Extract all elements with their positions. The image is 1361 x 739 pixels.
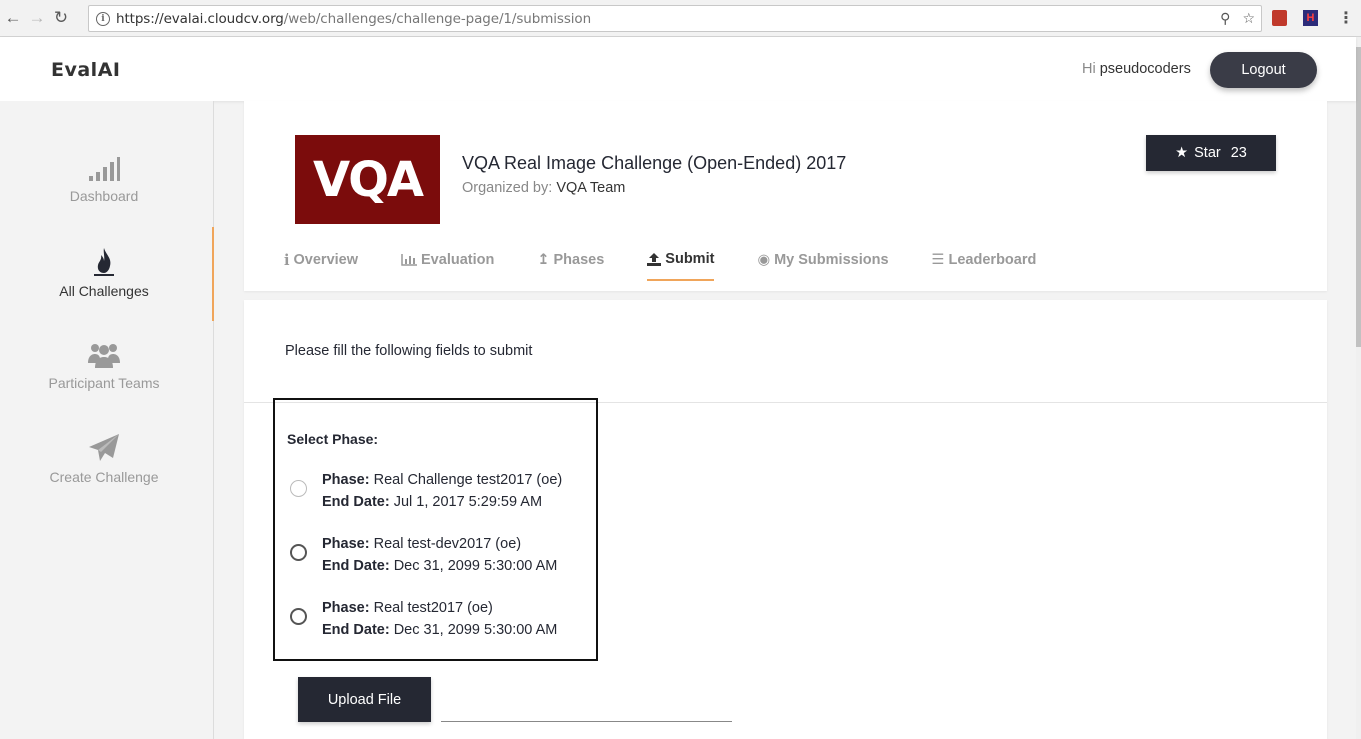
sidebar-item-label: Create Challenge bbox=[49, 469, 159, 485]
radio-button[interactable] bbox=[290, 480, 307, 497]
sidebar-item-label: All Challenges bbox=[59, 283, 149, 299]
star-button[interactable]: ★ Star 23 bbox=[1146, 135, 1276, 171]
sidebar-item-create-challenge[interactable]: Create Challenge bbox=[0, 433, 208, 485]
extension-icon[interactable]: H bbox=[1303, 10, 1318, 26]
phase-label: Phase: bbox=[322, 536, 370, 552]
phase-selection-box: Select Phase: Phase: Real Challenge test… bbox=[273, 398, 598, 661]
phase-name: Real Challenge test2017 (oe) bbox=[373, 472, 563, 488]
tab-label: Phases bbox=[553, 252, 605, 268]
sidebar-item-all-challenges[interactable]: All Challenges bbox=[0, 247, 208, 299]
reload-icon[interactable]: ↻ bbox=[50, 7, 72, 29]
radio-button[interactable] bbox=[290, 544, 307, 561]
key-icon[interactable]: ⚲ bbox=[1220, 10, 1230, 27]
info-icon[interactable]: i bbox=[96, 11, 110, 26]
scroll-thumb[interactable] bbox=[1356, 47, 1361, 347]
arrow-up-icon: ↥ bbox=[537, 252, 550, 268]
phase-name: Real test2017 (oe) bbox=[373, 600, 493, 616]
tab-leaderboard[interactable]: ☰ Leaderboard bbox=[932, 251, 1037, 281]
tab-label: My Submissions bbox=[774, 252, 889, 268]
challenge-tabs: i Overview Evaluation ↥ Phases Submit ◉ … bbox=[284, 251, 1079, 281]
evalai-logo[interactable]: EvalAI bbox=[51, 59, 120, 81]
star-count: 23 bbox=[1230, 145, 1247, 161]
tab-submit[interactable]: Submit bbox=[647, 251, 715, 281]
tab-overview[interactable]: i Overview bbox=[284, 251, 358, 281]
tab-label: Overview bbox=[293, 252, 359, 268]
sidebar-item-label: Dashboard bbox=[69, 188, 139, 204]
list-icon: ☰ bbox=[931, 252, 945, 268]
user-greeting: Hi pseudocoders bbox=[1082, 61, 1191, 77]
challenge-organizer: Organized by: VQA Team bbox=[462, 180, 625, 196]
browser-toolbar: ← → ↻ i https://evalai.cloudcv.org/web/c… bbox=[0, 0, 1361, 37]
info-icon: i bbox=[284, 251, 290, 269]
sidebar-item-dashboard[interactable]: Dashboard bbox=[0, 156, 208, 204]
radio-button[interactable] bbox=[290, 608, 307, 625]
phase-name: Real test-dev2017 (oe) bbox=[373, 536, 522, 552]
url-text: https://evalai.cloudcv.org/web/challenge… bbox=[116, 10, 592, 27]
challenge-title: VQA Real Image Challenge (Open-Ended) 20… bbox=[462, 153, 847, 173]
bar-chart-icon bbox=[401, 254, 418, 266]
submission-card: Please fill the following fields to subm… bbox=[244, 300, 1327, 739]
logout-button[interactable]: Logout bbox=[1210, 52, 1317, 88]
phase-label: Phase: bbox=[322, 472, 370, 488]
challenge-header-card: VQA VQA Real Image Challenge (Open-Ended… bbox=[244, 101, 1327, 291]
bookmark-star-icon[interactable]: ☆ bbox=[1242, 10, 1255, 27]
phase-end-date: Dec 31, 2099 5:30:00 AM bbox=[393, 622, 558, 638]
tab-label: Submit bbox=[665, 251, 715, 267]
end-date-label: End Date: bbox=[322, 558, 390, 574]
tab-my-submissions[interactable]: ◉ My Submissions bbox=[757, 251, 888, 281]
extension-icon[interactable] bbox=[1272, 10, 1287, 26]
signal-bars-icon bbox=[89, 157, 120, 181]
app-header: EvalAI Hi pseudocoders Logout bbox=[0, 37, 1356, 101]
phase-label: Phase: bbox=[322, 600, 370, 616]
end-date-label: End Date: bbox=[322, 622, 390, 638]
end-date-label: End Date: bbox=[322, 494, 390, 510]
tab-label: Leaderboard bbox=[948, 252, 1037, 268]
eye-icon: ◉ bbox=[757, 252, 771, 268]
star-icon: ★ bbox=[1175, 145, 1189, 161]
file-name-field[interactable] bbox=[441, 721, 732, 722]
submission-instruction: Please fill the following fields to subm… bbox=[285, 343, 533, 359]
scrollbar[interactable] bbox=[1356, 37, 1361, 739]
menu-icon[interactable]: ⋮ bbox=[1338, 8, 1354, 28]
greeting-text: Hi bbox=[1082, 61, 1096, 77]
tab-evaluation[interactable]: Evaluation bbox=[401, 251, 494, 281]
tab-phases[interactable]: ↥ Phases bbox=[537, 251, 604, 281]
tab-label: Evaluation bbox=[421, 252, 495, 268]
upload-icon bbox=[647, 253, 662, 266]
organizer-label: Organized by: bbox=[462, 180, 553, 196]
phase-end-date: Dec 31, 2099 5:30:00 AM bbox=[393, 558, 558, 574]
sidebar-item-participant-teams[interactable]: Participant Teams bbox=[0, 341, 208, 391]
users-icon bbox=[88, 344, 120, 368]
phase-end-date: Jul 1, 2017 5:29:59 AM bbox=[393, 494, 543, 510]
address-bar[interactable]: i https://evalai.cloudcv.org/web/challen… bbox=[88, 5, 1262, 32]
forward-icon[interactable]: → bbox=[26, 7, 48, 29]
star-label: Star bbox=[1194, 145, 1221, 161]
sidebar-item-label: Participant Teams bbox=[48, 375, 160, 391]
back-icon[interactable]: ← bbox=[2, 7, 24, 29]
active-indicator bbox=[212, 227, 214, 321]
challenge-logo: VQA bbox=[295, 135, 440, 224]
flame-icon bbox=[94, 248, 114, 276]
upload-file-button[interactable]: Upload File bbox=[298, 677, 431, 722]
organizer-name: VQA Team bbox=[556, 180, 626, 196]
username: pseudocoders bbox=[1099, 61, 1191, 77]
paper-plane-icon bbox=[89, 434, 119, 461]
select-phase-label: Select Phase: bbox=[287, 431, 379, 447]
sidebar: Dashboard All Challenges Participant Tea… bbox=[0, 101, 214, 739]
